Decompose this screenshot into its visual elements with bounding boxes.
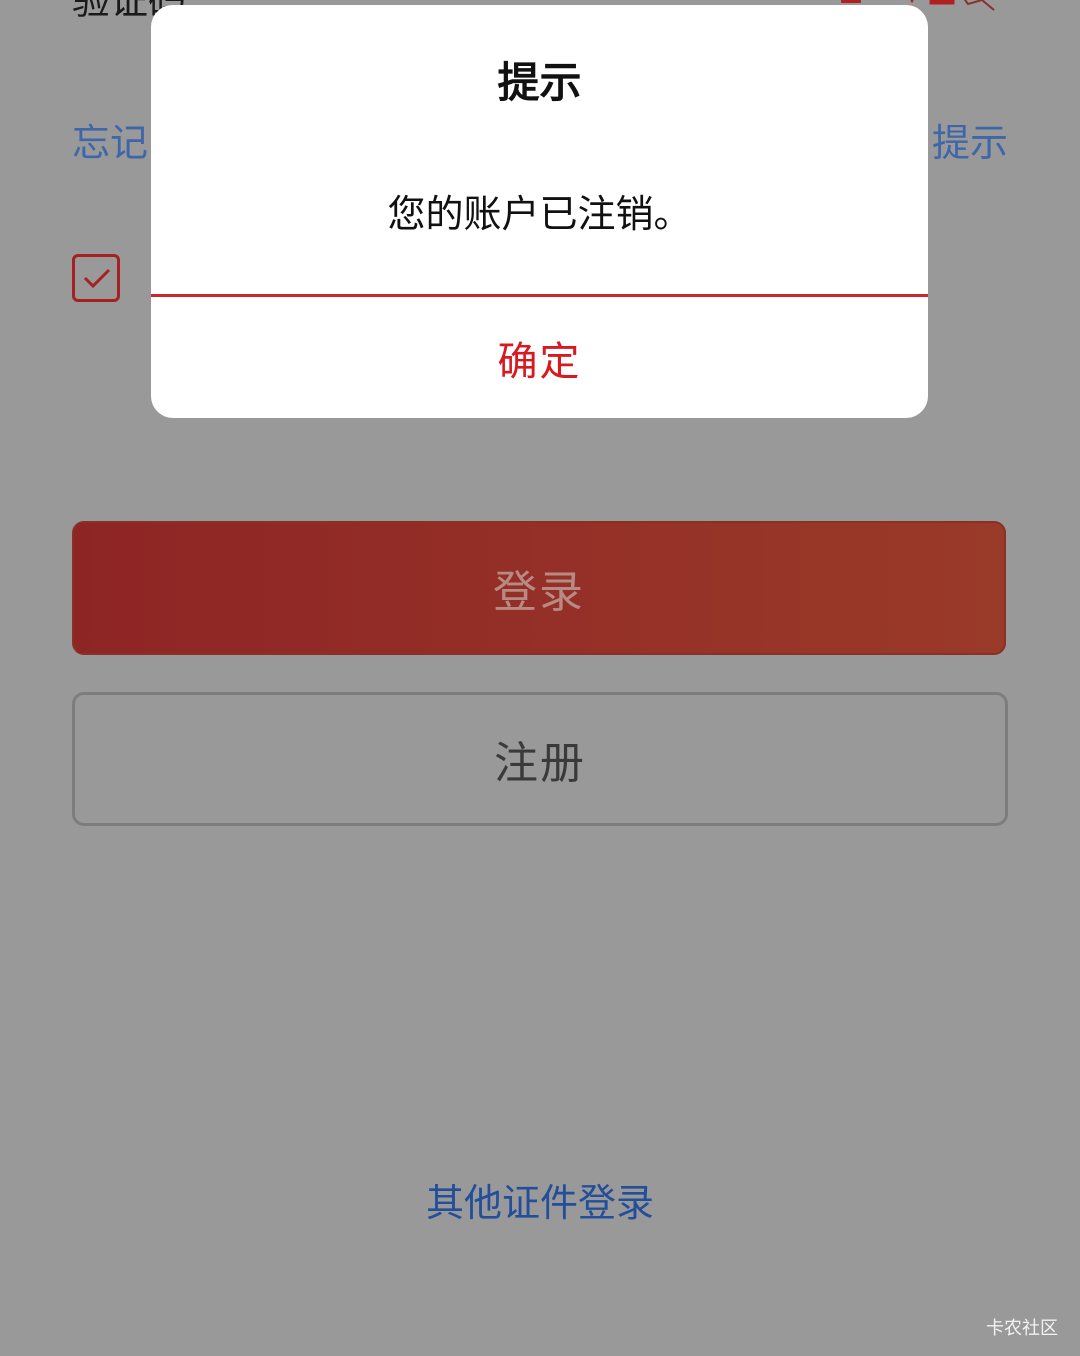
dialog-message: 您的账户已注销。 — [387, 192, 692, 236]
confirm-button[interactable]: 确定 — [151, 297, 928, 418]
register-button[interactable]: 注册 — [72, 692, 1008, 826]
dialog-title: 提示 — [497, 58, 582, 107]
login-button[interactable]: 登录 — [72, 521, 1006, 655]
hint-link[interactable]: 提示 — [932, 112, 1008, 167]
other-id-login-link[interactable]: 其他证件登录 — [0, 1172, 1080, 1227]
watermark: 卡农社区 — [986, 1318, 1058, 1339]
agreement-checkbox[interactable] — [72, 254, 120, 302]
forgot-password-link[interactable]: 忘记 — [72, 112, 148, 167]
checkmark-icon — [83, 268, 111, 289]
alert-dialog: 提示 您的账户已注销。 确定 — [151, 5, 928, 418]
